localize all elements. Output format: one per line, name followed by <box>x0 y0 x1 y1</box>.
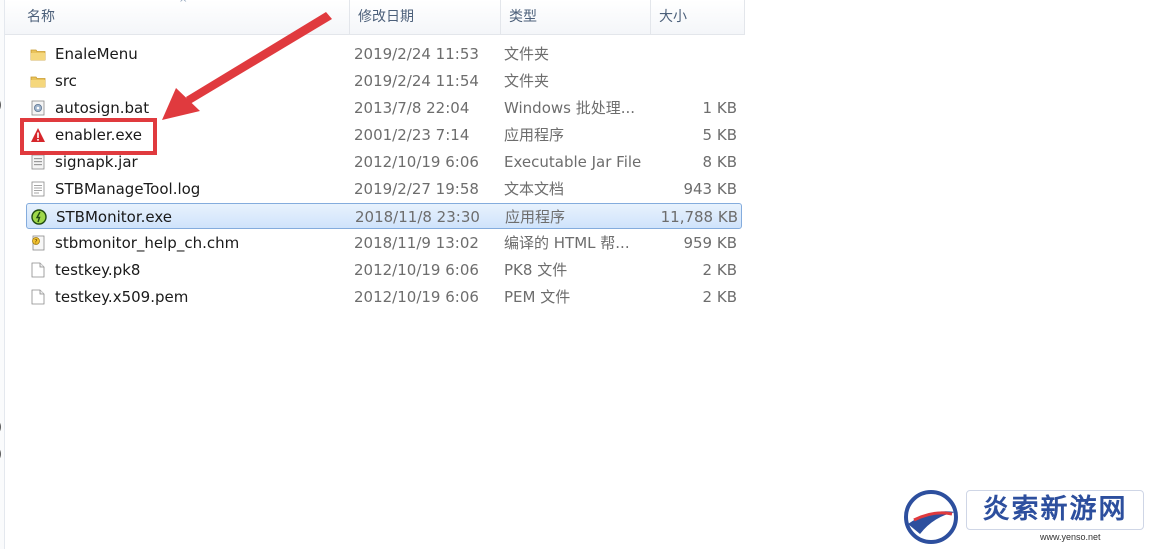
file-modified-date: 2013/7/8 22:04 <box>354 99 470 117</box>
chm-help-icon: ? <box>30 235 46 251</box>
file-row[interactable]: STBMonitor.exe 2018/11/8 23:30 应用程序 11,788 … <box>26 203 742 229</box>
file-type: Windows 批处理... <box>504 99 636 117</box>
file-row[interactable]: testkey.pk8 2012/10/19 6:06 PK8 文件 2 KB <box>26 257 742 283</box>
file-name: testkey.pk8 <box>55 261 141 279</box>
svg-text:?: ? <box>34 238 37 245</box>
blank-file-icon <box>30 289 46 305</box>
file-size: 11,788 KB <box>660 208 738 226</box>
file-type: 应用程序 <box>504 126 565 144</box>
file-modified-date: 2019/2/27 19:58 <box>354 180 479 198</box>
file-size: 8 KB <box>702 153 737 171</box>
nav-pane-fragment: ) <box>0 98 2 113</box>
folder-icon <box>30 73 46 89</box>
file-name: testkey.x509.pem <box>55 288 189 306</box>
file-type: PK8 文件 <box>504 261 568 279</box>
file-type: 文本文档 <box>504 180 565 198</box>
file-modified-date: 2019/2/24 11:53 <box>354 45 479 63</box>
file-type: 编译的 HTML 帮... <box>504 234 630 252</box>
file-modified-date: 2012/10/19 6:06 <box>354 153 479 171</box>
annotation-highlight-box <box>20 118 157 155</box>
file-modified-date: 2018/11/9 13:02 <box>354 234 479 252</box>
jar-file-icon <box>30 154 46 170</box>
batch-file-icon <box>30 100 46 116</box>
column-header-type[interactable]: 类型 <box>501 0 651 34</box>
file-modified-date: 2019/2/24 11:54 <box>354 72 479 90</box>
column-header-bar: 名称 ^ 修改日期 类型 大小 <box>5 0 745 35</box>
file-name: src <box>55 72 77 90</box>
file-modified-date: 2018/11/8 23:30 <box>355 208 480 226</box>
file-size: 959 KB <box>683 234 737 252</box>
file-row[interactable]: EnaleMenu 2019/2/24 11:53 文件夹 <box>26 41 742 67</box>
file-name: STBMonitor.exe <box>56 208 172 226</box>
file-row[interactable]: testkey.x509.pem 2012/10/19 6:06 PEM 文件 2 K… <box>26 284 742 310</box>
watermark-title: 炎索新游网 <box>966 490 1144 530</box>
file-row[interactable]: ? stbmonitor_help_ch.chm 2018/11/9 13:02 编译… <box>26 230 742 256</box>
file-modified-date: 2001/2/23 7:14 <box>354 126 470 144</box>
file-size: 1 KB <box>702 99 737 117</box>
file-size <box>626 41 737 67</box>
file-size <box>626 68 737 94</box>
file-modified-date: 2012/10/19 6:06 <box>354 261 479 279</box>
nav-pane-fragment: ) <box>0 447 2 462</box>
file-type: 文件夹 <box>504 72 550 90</box>
file-size: 5 KB <box>702 126 737 144</box>
file-row[interactable]: STBManageTool.log 2019/2/27 19:58 文本文档 943 … <box>26 176 742 202</box>
file-row[interactable]: src 2019/2/24 11:54 文件夹 <box>26 68 742 94</box>
file-type: PEM 文件 <box>504 288 571 306</box>
folder-icon <box>30 46 46 62</box>
watermark-url: www.yenso.net <box>1040 532 1101 542</box>
file-type: 文件夹 <box>504 45 550 63</box>
sort-ascending-icon: ^ <box>179 0 188 9</box>
site-watermark: 炎索新游网 www.yenso.net <box>900 488 1146 546</box>
text-file-icon <box>30 181 46 197</box>
file-size: 2 KB <box>702 288 737 306</box>
column-header-size[interactable]: 大小 <box>651 0 745 34</box>
file-modified-date: 2012/10/19 6:06 <box>354 288 479 306</box>
file-type: Executable Jar File <box>504 153 642 171</box>
watermark-logo-icon <box>904 490 958 544</box>
file-name: EnaleMenu <box>55 45 138 63</box>
column-header-date[interactable]: 修改日期 <box>350 0 501 34</box>
monitor-exe-icon <box>31 209 47 225</box>
file-name: STBManageTool.log <box>55 180 201 198</box>
file-size: 2 KB <box>702 261 737 279</box>
navigation-pane-edge <box>0 0 5 549</box>
file-name: stbmonitor_help_ch.chm <box>55 234 240 252</box>
file-size: 943 KB <box>683 180 737 198</box>
blank-file-icon <box>30 262 46 278</box>
file-type: 应用程序 <box>505 208 566 226</box>
nav-pane-fragment: ) <box>0 420 2 435</box>
